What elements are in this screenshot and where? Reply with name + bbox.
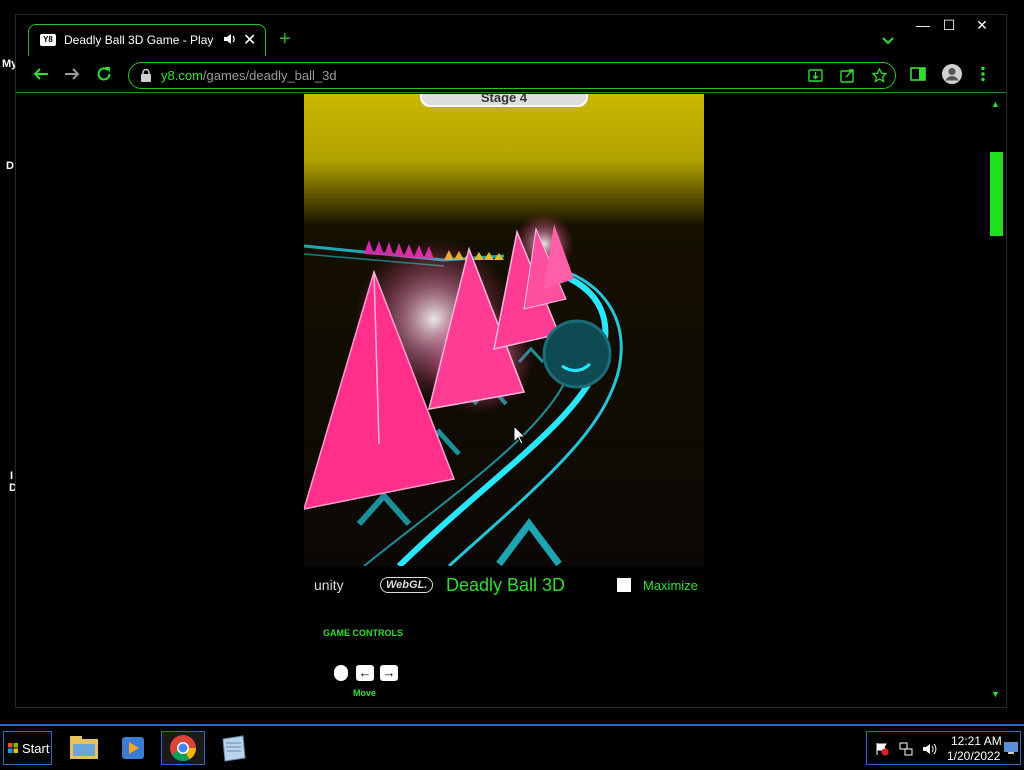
windows-flag-icon — [8, 743, 18, 753]
game-controls-heading: GAME CONTROLS — [323, 628, 403, 638]
tab-title: Deadly Ball 3D Game - Play on — [64, 33, 216, 47]
url-text: y8.com/games/deadly_ball_3d — [161, 68, 337, 83]
close-window-button[interactable]: ✕ — [971, 17, 993, 34]
unity-logo: unity — [314, 577, 344, 593]
show-desktop-icon[interactable] — [1004, 742, 1018, 754]
bookmark-star-icon[interactable] — [872, 68, 887, 83]
system-tray: 12:21 AM 1/20/2022 — [866, 731, 1021, 765]
web-page: Stage 4 unity WebGL. Deadly Ball 3D Maxi… — [17, 94, 991, 707]
game-scene: Stage 4 — [304, 94, 704, 566]
media-player-icon[interactable] — [111, 731, 155, 765]
game-title: Deadly Ball 3D — [446, 575, 566, 595]
lock-icon[interactable] — [140, 69, 152, 82]
start-label: Start — [22, 741, 50, 756]
maximize-button[interactable]: Maximize — [643, 578, 698, 593]
desktop-label: D — [6, 160, 14, 172]
clock-time[interactable]: 12:21 AM — [951, 734, 1002, 748]
url-path: /games/deadly_ball_3d — [202, 68, 337, 83]
game-footer-bar: unity WebGL. Deadly Ball 3D Maximize — [304, 566, 704, 606]
scroll-up-arrow-icon[interactable]: ▲ — [991, 99, 1000, 109]
forward-arrow-icon[interactable] — [63, 65, 81, 83]
arrow-left-key-icon: ← — [356, 665, 374, 681]
file-explorer-icon[interactable] — [62, 731, 106, 765]
browser-window: Y8 Deadly Ball 3D Game - Play on ✕ + — ☐… — [15, 14, 1007, 708]
game-canvas[interactable]: Stage 4 — [304, 94, 704, 566]
taskbar: Start 12:21 AM 1/20/2022 — [0, 724, 1024, 768]
network-icon[interactable] — [898, 742, 914, 756]
reload-icon[interactable] — [95, 65, 113, 83]
side-panel-icon[interactable] — [909, 65, 927, 83]
address-bar[interactable]: y8.com/games/deadly_ball_3d — [128, 62, 896, 89]
stage-label: Stage 4 — [481, 94, 528, 105]
url-host: y8.com — [161, 68, 203, 83]
maximize-icon[interactable] — [617, 578, 631, 592]
start-button[interactable]: Start — [3, 731, 52, 765]
chevron-down-icon[interactable] — [880, 32, 896, 48]
webgl-logo: WebGL. — [380, 577, 434, 593]
notepad-icon[interactable] — [211, 731, 255, 765]
volume-icon[interactable] — [922, 742, 938, 756]
profile-avatar-icon[interactable] — [941, 63, 963, 85]
speaker-icon[interactable] — [223, 32, 237, 46]
scrollbar-thumb[interactable] — [990, 152, 1003, 236]
more-menu-icon[interactable] — [974, 65, 992, 83]
browser-tab[interactable]: Y8 Deadly Ball 3D Game - Play on ✕ — [28, 24, 266, 56]
back-arrow-icon[interactable] — [32, 65, 50, 83]
maximize-button[interactable]: ☐ — [938, 17, 960, 34]
clock-date[interactable]: 1/20/2022 — [947, 749, 1000, 763]
tab-close-icon[interactable]: ✕ — [243, 30, 256, 50]
desktop-label: I — [10, 470, 14, 482]
y8-favicon-icon: Y8 — [40, 34, 56, 46]
browser-toolbar: y8.com/games/deadly_ball_3d — [16, 55, 1006, 93]
move-label: Move — [353, 688, 377, 698]
share-icon[interactable] — [840, 68, 855, 83]
arrow-right-key-icon: → — [380, 665, 398, 681]
install-app-icon[interactable] — [808, 68, 823, 83]
chrome-icon[interactable] — [161, 731, 205, 765]
scroll-down-arrow-icon[interactable]: ▼ — [991, 689, 1000, 699]
action-center-flag-icon[interactable] — [875, 742, 889, 756]
new-tab-button[interactable]: + — [279, 28, 291, 50]
mouse-icon — [334, 665, 348, 681]
minimize-button[interactable]: — — [912, 17, 934, 33]
